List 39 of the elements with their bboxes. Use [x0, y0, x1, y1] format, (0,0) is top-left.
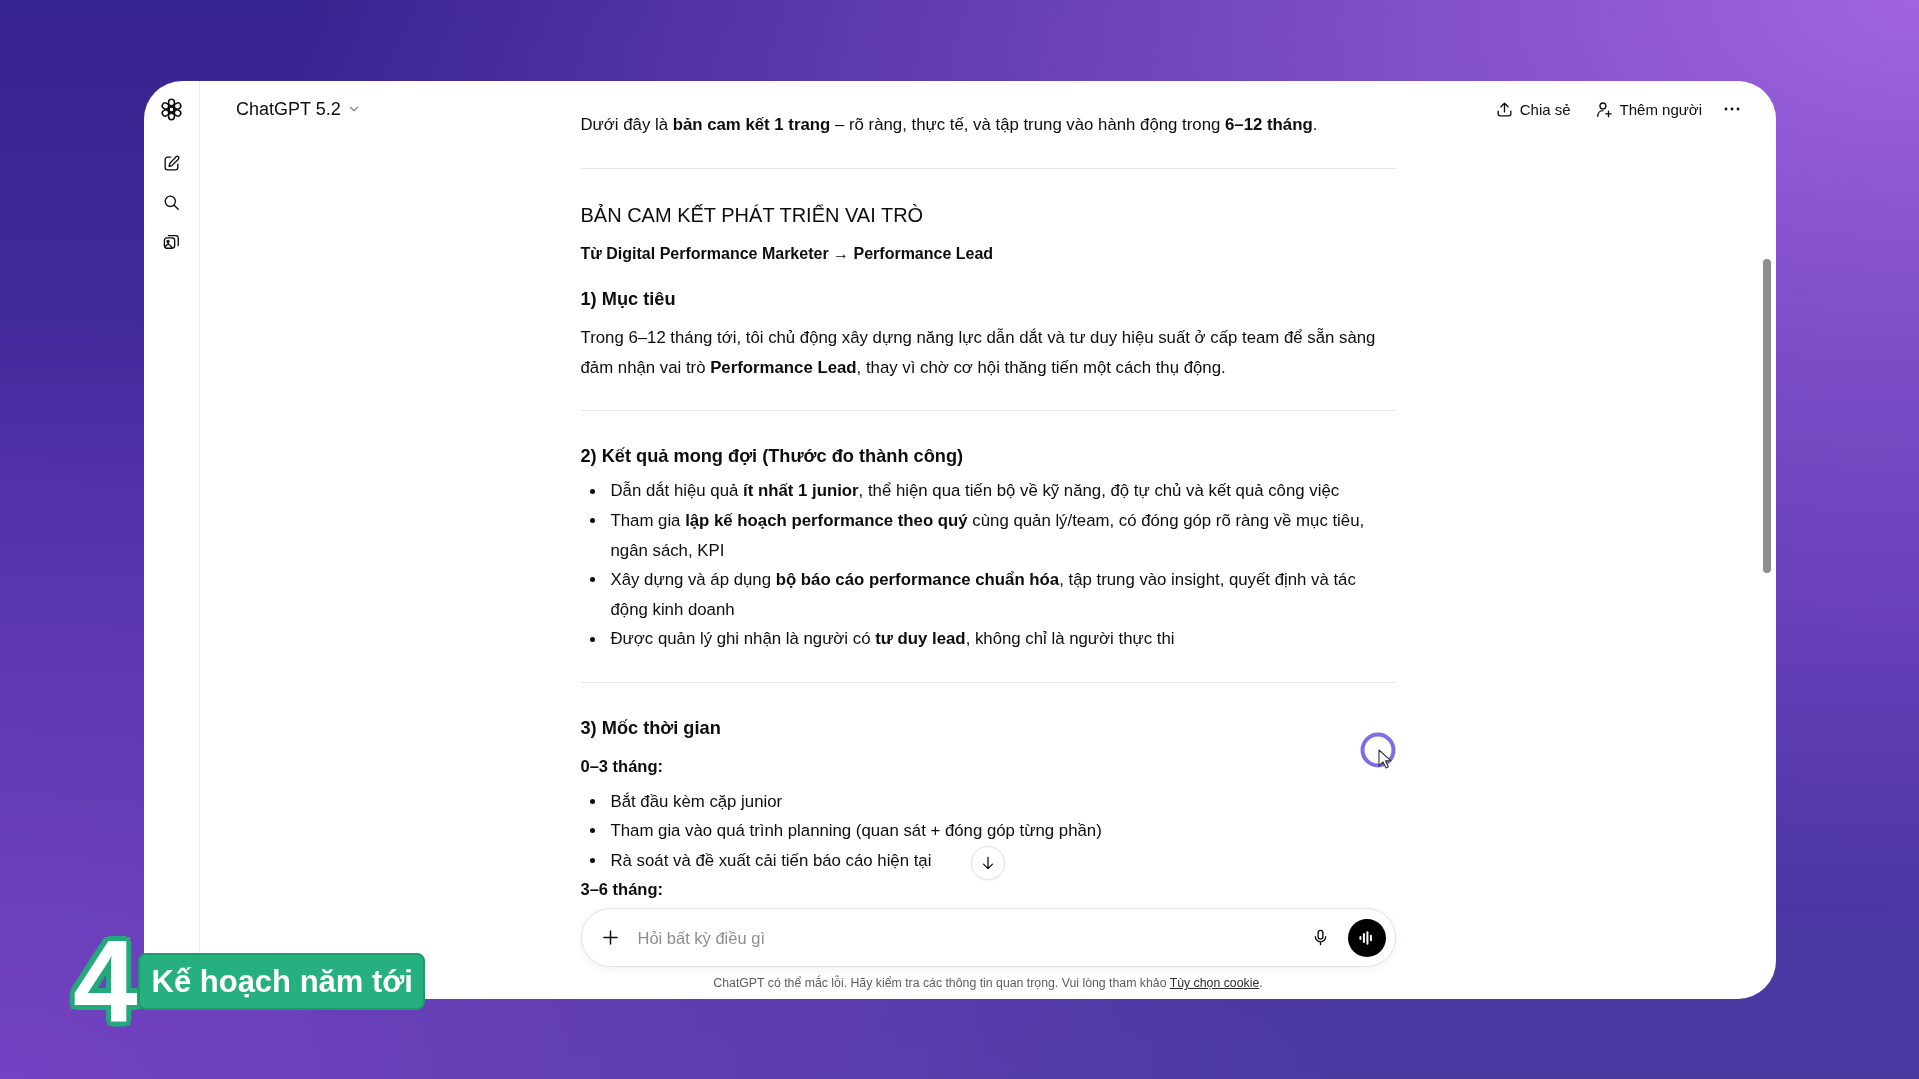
disclaimer-text: ChatGPT có thể mắc lỗi. Hãy kiểm tra các thông tin quan trọng. Vui lòng tham khảo Tùy chọn cookie.: [713, 975, 1263, 992]
share-button[interactable]: Chia sẻ: [1484, 93, 1581, 125]
plus-icon: [600, 927, 621, 948]
scroll-down-button[interactable]: [971, 846, 1005, 880]
section-heading: 2) Kết quả mong đợi (Thước đo thành công): [580, 445, 964, 469]
scrollbar-thumb[interactable]: [1763, 259, 1771, 573]
bullet-icon: [589, 798, 595, 804]
upload-icon: [1494, 99, 1514, 119]
list-item: Bắt đầu kèm cặp junior: [610, 790, 783, 813]
list-item: Tham gia vào quá trình planning (quan sát + đóng góp từng phần): [610, 820, 1102, 843]
bullet-icon: [589, 488, 595, 494]
section-heading: 3) Mốc thời gian: [580, 716, 721, 740]
bullet-icon: [589, 636, 595, 642]
person-plus-icon: [1594, 99, 1614, 119]
message-composer[interactable]: Hỏi bất kỳ điều gì: [580, 908, 1396, 967]
chapter-number: 4: [72, 932, 139, 1030]
message-input[interactable]: Hỏi bất kỳ điều gì: [637, 925, 1298, 950]
logo-icon: [159, 96, 184, 122]
paragraph: Dưới đây là bản cam kết 1 trang – rõ ràng, thực tế, và tập trung vào hành động trong 6–12 tháng.: [580, 114, 1319, 136]
voice-button[interactable]: [1347, 918, 1386, 957]
period-label: 3–6 tháng:: [580, 879, 664, 901]
section-heading: 1) Mục tiêu: [580, 288, 676, 312]
pencil-square-icon: [162, 153, 181, 173]
period-label: 0–3 tháng:: [580, 755, 664, 777]
list-item: Được quản lý ghi nhận là người có tư duy lead, không chỉ là người thực thi: [610, 628, 1175, 651]
paragraph: Trong 6–12 tháng tới, tôi chủ động xây dựng năng lực dẫn dắt và tư duy hiệu suất ở cấp team để sẵn sàng đảm nhận vai trò Performance Lead, thay vì chờ cơ hội thăng tiến một cách thụ động.: [580, 327, 1377, 379]
bullet-icon: [589, 518, 595, 524]
chapter-title: Kế hoạch năm tới: [137, 952, 425, 1010]
bullet-icon: [589, 577, 595, 583]
model-selector[interactable]: ChatGPT 5.2: [228, 92, 369, 126]
add-people-button[interactable]: Thêm người: [1584, 93, 1712, 125]
list-item: Rà soát và đề xuất cải tiến báo cáo hiện tại: [610, 849, 932, 872]
bullet-icon: [589, 858, 595, 863]
subtitle: Từ Digital Performance Marketer → Performance Lead: [580, 243, 994, 264]
list-item: Dẫn dắt hiệu quả ít nhất 1 junior, thể hiện qua tiến bộ về kỹ năng, độ tự chủ và kết quả công việc: [610, 480, 1340, 503]
waveform-icon: [1359, 930, 1374, 945]
document-title: BẢN CAM KẾT PHÁT TRIỂN VAI TRÒ: [580, 202, 924, 228]
bullet-icon: [589, 828, 595, 834]
more-icon: [1724, 107, 1740, 111]
